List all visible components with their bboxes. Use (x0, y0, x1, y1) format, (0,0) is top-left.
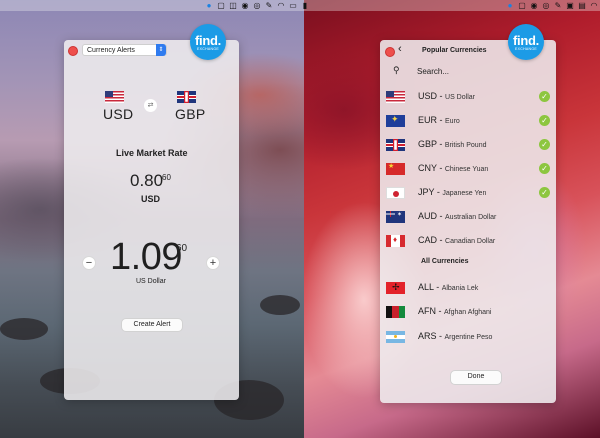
target-rate-currency: US Dollar (136, 278, 166, 285)
live-market-rate-label: Live Market Rate (116, 148, 188, 158)
pen-icon[interactable]: ✎ (265, 1, 273, 11)
pen-icon[interactable]: ✎ (554, 1, 562, 11)
box-icon[interactable]: ▣ (566, 1, 574, 11)
done-button[interactable]: Done (450, 370, 502, 385)
find-exchange-logo: find. EXCHANGE (508, 24, 544, 60)
currency-name: Afghan Afghani (444, 309, 492, 316)
currency-row-ars[interactable]: ARS - Argentine Peso (386, 326, 552, 348)
small-rate-currency: USD (141, 194, 161, 204)
currency-row-cny[interactable]: CNY - Chinese Yuan ✓ (386, 158, 552, 180)
wifi-icon[interactable]: ◠ (277, 1, 285, 11)
find-exchange-menu-icon[interactable]: ● (205, 1, 213, 11)
af-flag-icon (386, 306, 405, 318)
currency-code: ALL (418, 282, 434, 292)
currency-code: AUD (418, 211, 438, 221)
rock-shape (260, 295, 300, 315)
mode-select[interactable]: Currency Alerts ⇕ (82, 44, 167, 56)
eu-flag-icon (386, 115, 405, 127)
cn-flag-icon (386, 163, 405, 175)
all-currencies-heading: All Currencies (421, 258, 469, 265)
close-window-button[interactable] (68, 46, 78, 56)
menu-bar-icons-right: ● ▢ ◉ ◎ ✎ ▣ ▤ ◠ (506, 0, 598, 11)
gb-flag-icon (386, 139, 405, 151)
gb-flag-icon[interactable] (177, 91, 196, 103)
ar-flag-icon (386, 331, 405, 343)
eye-icon[interactable]: ◉ (530, 1, 538, 11)
mode-select-value: Currency Alerts (87, 47, 135, 54)
checkmark-icon[interactable]: ✓ (539, 139, 550, 150)
window-icon[interactable]: ◫ (229, 1, 237, 11)
currency-row-jpy[interactable]: JPY - Japanese Yen ✓ (386, 182, 552, 204)
eye-icon[interactable]: ◉ (241, 1, 249, 11)
currency-row-usd[interactable]: USD - US Dollar ✓ (386, 86, 552, 108)
search-icon: ⚲ (393, 65, 400, 75)
currency-row-cad[interactable]: CAD - Canadian Dollar (386, 230, 552, 252)
checkmark-icon[interactable]: ✓ (539, 115, 550, 126)
chevron-updown-icon: ⇕ (156, 44, 166, 56)
us-flag-icon (386, 91, 405, 103)
currency-row-afn[interactable]: AFN - Afghan Afghani (386, 301, 552, 323)
close-window-button[interactable] (385, 47, 395, 57)
us-flag-icon[interactable] (105, 91, 124, 103)
currency-name: Canadian Dollar (445, 238, 496, 245)
currency-name: Australian Dollar (445, 214, 497, 221)
currency-code: AFN (418, 306, 436, 316)
currency-row-aud[interactable]: AUD - Australian Dollar (386, 206, 552, 228)
ca-flag-icon (386, 235, 405, 247)
jp-flag-icon (386, 187, 405, 199)
checkmark-icon[interactable]: ✓ (539, 187, 550, 198)
battery-icon[interactable]: ▮ (301, 1, 309, 11)
currency-name: Japanese Yen (442, 190, 487, 197)
wifi-icon[interactable]: ◠ (590, 1, 598, 11)
logo-text: find. (513, 33, 539, 48)
small-rate-superscript: 60 (162, 173, 171, 182)
currency-name: Argentine Peso (444, 334, 493, 341)
increase-rate-button[interactable]: + (206, 256, 220, 270)
al-flag-icon (386, 282, 405, 294)
menu-bar-icons-left: ● ▢ ◫ ◉ ◎ ✎ ◠ ▭ ▮ (205, 0, 309, 11)
checkmark-icon[interactable]: ✓ (539, 163, 550, 174)
currency-row-gbp[interactable]: GBP - British Pound ✓ (386, 134, 552, 156)
rock-shape (0, 318, 48, 340)
clipboard-icon[interactable]: ▢ (217, 1, 225, 11)
back-chevron-icon[interactable]: ‹ (398, 43, 402, 55)
popular-currencies-window: ‹ Popular Currencies find. EXCHANGE ⚲ Se… (380, 24, 556, 403)
lock-icon[interactable]: ▤ (578, 1, 586, 11)
search-input[interactable]: Search... (417, 67, 449, 76)
airplay-icon[interactable]: ▭ (289, 1, 297, 11)
to-currency-code[interactable]: GBP (175, 106, 205, 122)
currency-code: USD (418, 91, 438, 101)
panel-title: Popular Currencies (422, 47, 487, 54)
currency-name: Euro (445, 118, 460, 125)
circle-icon[interactable]: ◎ (542, 1, 550, 11)
small-rate-value: 0.80 (130, 171, 164, 190)
currency-code: CNY (418, 163, 437, 173)
currency-code: CAD (418, 235, 438, 245)
currency-name: Chinese Yuan (444, 166, 489, 173)
currency-code: JPY (418, 187, 435, 197)
currency-name: British Pound (444, 142, 487, 149)
find-exchange-menu-icon[interactable]: ● (506, 1, 514, 11)
create-alert-button[interactable]: Create Alert (121, 318, 183, 332)
swap-icon[interactable]: ⇄ (144, 99, 157, 112)
currency-code: EUR (418, 115, 438, 125)
au-flag-icon (386, 211, 405, 223)
currency-row-all[interactable]: ALL - Albania Lek (386, 277, 552, 299)
circle-icon[interactable]: ◎ (253, 1, 261, 11)
checkmark-icon[interactable]: ✓ (539, 91, 550, 102)
currency-row-eur[interactable]: EUR - Euro ✓ (386, 110, 552, 132)
currency-name: Albania Lek (441, 285, 479, 292)
target-rate-superscript: 60 (176, 243, 188, 254)
find-exchange-logo: find. EXCHANGE (190, 24, 226, 60)
target-rate-value[interactable]: 1.09 (110, 236, 182, 279)
currency-code: GBP (418, 139, 437, 149)
currency-name: US Dollar (445, 94, 475, 101)
from-currency-code[interactable]: USD (103, 106, 133, 122)
currency-code: ARS (418, 331, 437, 341)
decrease-rate-button[interactable]: − (82, 256, 96, 270)
logo-text: find. (195, 33, 221, 48)
clipboard-icon[interactable]: ▢ (518, 1, 526, 11)
currency-alerts-window: Currency Alerts ⇕ find. EXCHANGE USD ⇄ G… (64, 24, 239, 400)
